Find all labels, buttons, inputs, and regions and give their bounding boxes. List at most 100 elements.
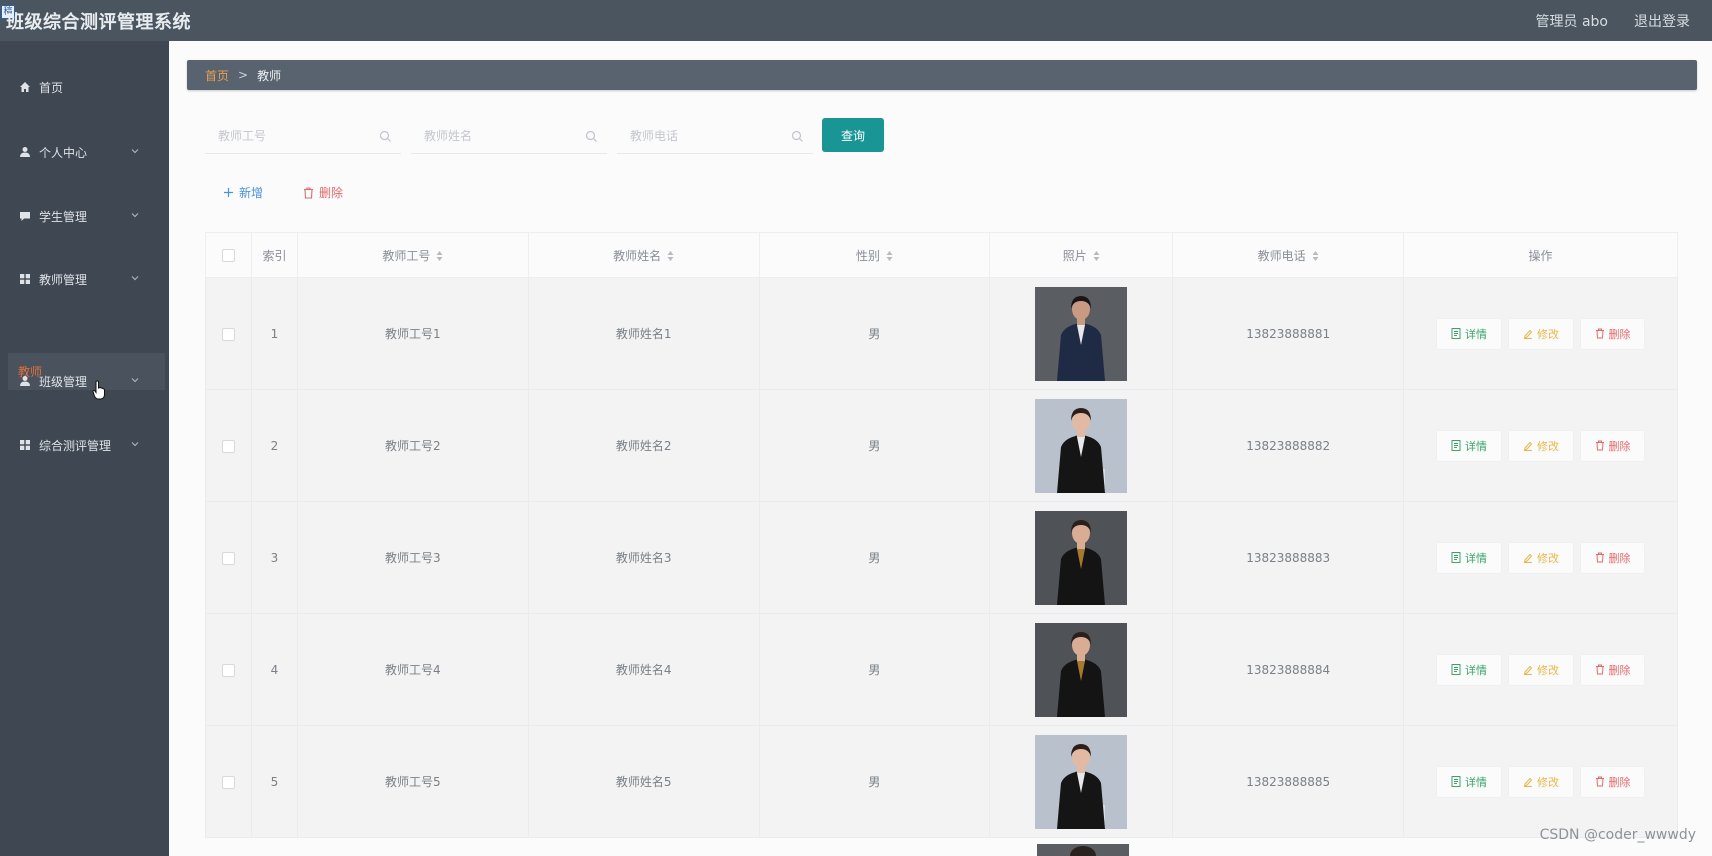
teacher-photo[interactable] xyxy=(1035,286,1128,381)
chevron-down-icon xyxy=(131,442,139,447)
row-checkbox[interactable] xyxy=(221,663,235,677)
teacher-name-input[interactable] xyxy=(411,120,571,152)
sidebar-item-evaluation-management[interactable]: 综合测评管理 xyxy=(0,425,169,465)
delete-button[interactable]: 删除 xyxy=(1580,765,1646,798)
trash-icon xyxy=(1595,776,1604,787)
detail-button[interactable]: 详情 xyxy=(1436,541,1503,574)
delete-label: 删除 xyxy=(1608,775,1631,789)
query-button[interactable]: 查询 xyxy=(822,118,884,152)
sidebar-item-home[interactable]: 首页 xyxy=(0,67,169,107)
delete-button[interactable]: 删除 xyxy=(1580,429,1646,462)
phone-cell: 13823888885 xyxy=(1172,725,1405,838)
sidebar-item-teacher-management[interactable]: 教师管理 xyxy=(0,259,169,299)
detail-label: 详情 xyxy=(1465,775,1488,789)
teacher-id-input[interactable] xyxy=(205,120,365,152)
user-icon xyxy=(20,147,30,157)
delete-button[interactable]: 删除 xyxy=(1580,317,1646,350)
sort-icon[interactable] xyxy=(1312,250,1319,262)
search-icon[interactable] xyxy=(379,130,392,143)
actions-cell: 详情 修改 删除 xyxy=(1403,389,1678,502)
phone-cell: 13823888882 xyxy=(1172,389,1405,502)
trash-icon xyxy=(304,186,313,199)
search-icon[interactable] xyxy=(791,130,804,143)
chevron-down-icon xyxy=(131,149,139,154)
phone-cell: 13823888883 xyxy=(1172,501,1405,614)
detail-label: 详情 xyxy=(1465,551,1488,565)
sidebar-item-personal-center[interactable]: 个人中心 xyxy=(0,132,169,172)
teacher-phone-input[interactable] xyxy=(617,120,777,152)
column-header-label: 教师电话 xyxy=(1257,248,1306,263)
detail-button[interactable]: 详情 xyxy=(1436,765,1503,798)
row-checkbox[interactable] xyxy=(221,551,235,565)
row-checkbox[interactable] xyxy=(221,327,235,341)
actions-cell: 详情 修改 删除 xyxy=(1403,725,1678,838)
delete-button[interactable]: 删除 xyxy=(1580,653,1646,686)
row-select-cell xyxy=(205,725,252,838)
sort-icon[interactable] xyxy=(1093,250,1100,262)
document-icon xyxy=(1451,328,1461,339)
detail-button[interactable]: 详情 xyxy=(1436,317,1503,350)
edit-label: 修改 xyxy=(1537,775,1560,789)
column-header-teacher-name[interactable]: 教师姓名 xyxy=(527,232,760,278)
sidebar: 首页 个人中心 学生管理 教师管理 教师 班级管理 综合测评管理 xyxy=(0,41,169,856)
sidebar-item-student-management[interactable]: 学生管理 xyxy=(0,196,169,236)
photo-cell xyxy=(989,389,1174,502)
edit-button[interactable]: 修改 xyxy=(1508,317,1575,350)
edit-button[interactable]: 修改 xyxy=(1508,653,1575,686)
select-all-checkbox[interactable] xyxy=(221,249,235,262)
row-checkbox[interactable] xyxy=(221,439,235,453)
sidebar-item-class-management[interactable]: 班级管理 xyxy=(0,361,169,401)
add-button[interactable]: 新增 xyxy=(223,184,263,201)
row-checkbox[interactable] xyxy=(221,775,235,789)
row-select-cell xyxy=(205,501,252,614)
column-header-gender[interactable]: 性别 xyxy=(758,232,991,278)
sort-icon[interactable] xyxy=(667,250,674,262)
document-icon xyxy=(1451,552,1461,563)
message-icon xyxy=(20,212,30,221)
table-header-row: 索引 教师工号 教师姓名 性别 照片 教师电话 操作 xyxy=(205,232,1678,278)
delete-button[interactable]: 删除 xyxy=(1580,541,1646,574)
edit-button[interactable]: 修改 xyxy=(1508,765,1575,798)
detail-label: 详情 xyxy=(1465,439,1488,453)
hand-cursor-icon xyxy=(92,380,105,400)
delete-label: 删除 xyxy=(1608,551,1631,565)
teacher-name-cell: 教师姓名3 xyxy=(527,501,760,614)
table-row: 5 教师工号5 教师姓名5 男 13823888885 详情 修改 删除 xyxy=(205,725,1678,838)
column-header-teacher-phone[interactable]: 教师电话 xyxy=(1172,232,1405,278)
gender-cell: 男 xyxy=(758,277,991,390)
teacher-photo[interactable] xyxy=(1035,622,1128,717)
teacher-photo[interactable] xyxy=(1035,510,1128,605)
edit-button[interactable]: 修改 xyxy=(1508,429,1575,462)
actions-cell: 详情 修改 删除 xyxy=(1403,277,1678,390)
logout-link[interactable]: 退出登录 xyxy=(1634,11,1690,31)
sidebar-item-label: 综合测评管理 xyxy=(39,438,112,453)
trash-icon xyxy=(1595,664,1604,675)
top-bar: 稿 班级综合测评管理系统 管理员 abo 退出登录 xyxy=(0,0,1712,41)
teacher-id-cell: 教师工号3 xyxy=(296,501,529,614)
phone-cell: 13823888884 xyxy=(1172,613,1405,726)
edit-icon xyxy=(1523,553,1533,563)
edit-icon xyxy=(1523,441,1533,451)
actions-cell: 详情 修改 删除 xyxy=(1403,501,1678,614)
table-row: 4 教师工号4 教师姓名4 男 13823888884 详情 修改 删除 xyxy=(205,613,1678,726)
breadcrumb: 首页 > 教师 xyxy=(187,60,1697,90)
column-header-teacher-id[interactable]: 教师工号 xyxy=(296,232,529,278)
sort-icon[interactable] xyxy=(886,250,893,262)
breadcrumb-home[interactable]: 首页 xyxy=(205,67,229,84)
search-icon[interactable] xyxy=(585,130,598,143)
batch-delete-label: 删除 xyxy=(319,186,344,200)
edit-button[interactable]: 修改 xyxy=(1508,541,1575,574)
teacher-photo[interactable] xyxy=(1035,734,1128,829)
batch-delete-button[interactable]: 删除 xyxy=(303,184,343,201)
gender-cell: 男 xyxy=(758,613,991,726)
detail-button[interactable]: 详情 xyxy=(1436,429,1503,462)
detail-button[interactable]: 详情 xyxy=(1436,653,1503,686)
select-all-cell xyxy=(205,232,252,278)
teacher-photo[interactable] xyxy=(1035,398,1128,493)
column-header-photo[interactable]: 照片 xyxy=(989,232,1174,278)
delete-label: 删除 xyxy=(1608,439,1631,453)
column-header-actions: 操作 xyxy=(1403,232,1678,278)
document-icon xyxy=(1451,776,1461,787)
user-icon xyxy=(20,376,30,386)
sort-icon[interactable] xyxy=(436,250,443,262)
